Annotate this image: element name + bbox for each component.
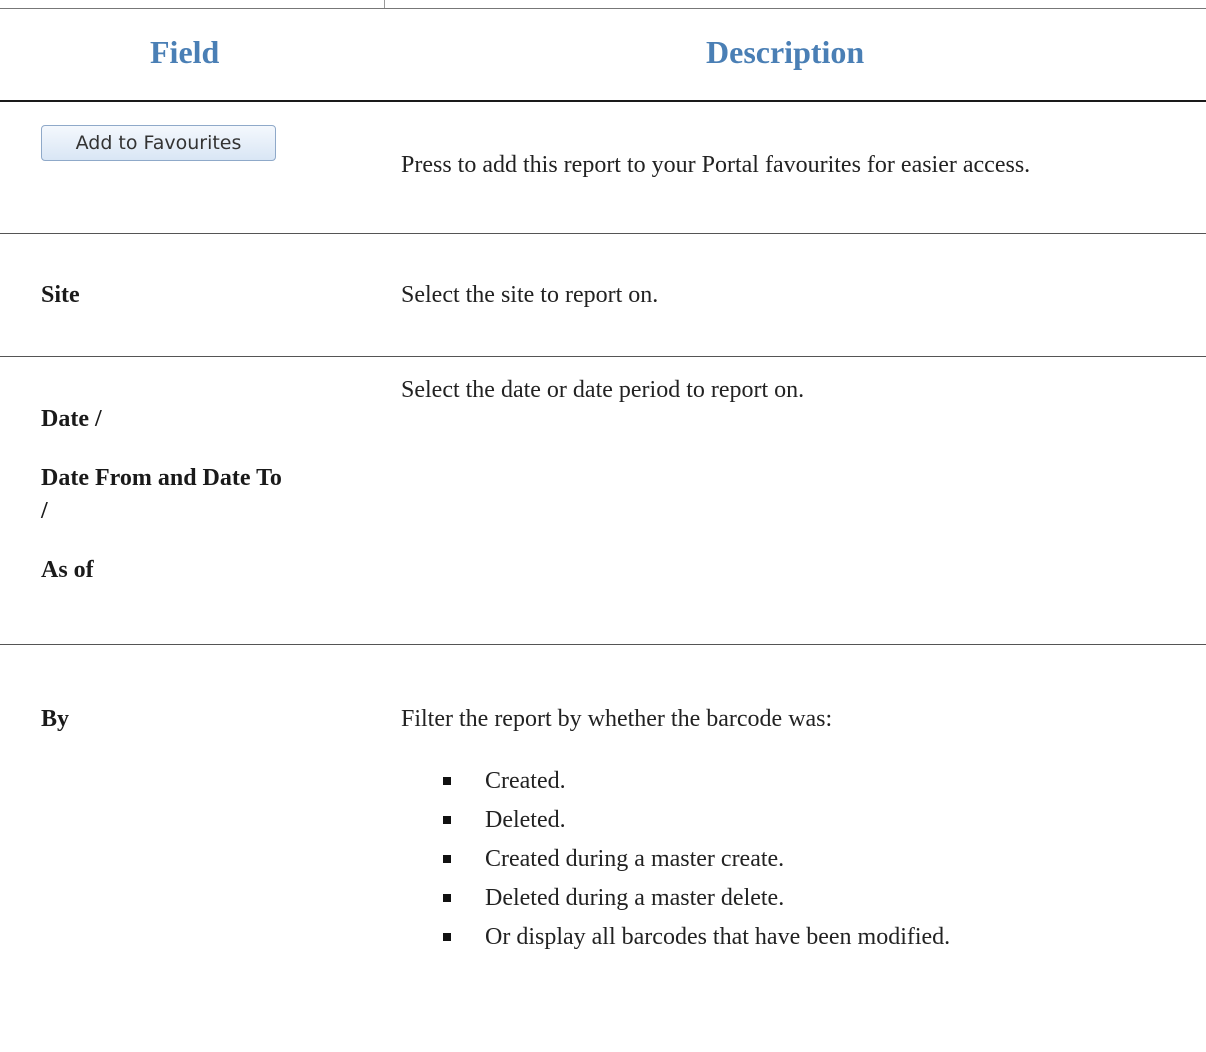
bullet-icon (443, 855, 451, 863)
site-field-label: Site (41, 282, 80, 308)
row-divider (0, 233, 1206, 234)
as-of-field-label: As of (41, 557, 94, 583)
site-description: Select the site to report on. (401, 282, 659, 308)
date-from-to-field-label: Date From and Date To (41, 465, 282, 491)
bullet-icon (443, 816, 451, 824)
table-top-border (0, 8, 1206, 9)
by-field-label: By (41, 706, 70, 732)
bullet-icon (443, 777, 451, 785)
date-description: Select the date or date period to report… (401, 377, 805, 403)
description-column-header: Description (706, 34, 865, 70)
row-divider (0, 644, 1206, 645)
option-all-modified: Or display all barcodes that have been m… (485, 924, 951, 950)
list-item: Created during a master create. (443, 844, 950, 883)
add-to-favourites-button[interactable]: Add to Favourites (41, 125, 276, 161)
option-deleted: Deleted. (485, 807, 566, 833)
column-divider-tick (384, 0, 385, 8)
header-divider (0, 100, 1206, 102)
bullet-icon (443, 894, 451, 902)
date-separator-label: / (41, 498, 48, 524)
list-item: Deleted. (443, 805, 950, 844)
option-deleted-master: Deleted during a master delete. (485, 885, 785, 911)
option-created-master: Created during a master create. (485, 846, 785, 872)
favourites-description: Press to add this report to your Portal … (401, 152, 1031, 178)
by-description: Filter the report by whether the barcode… (401, 706, 833, 732)
list-item: Or display all barcodes that have been m… (443, 922, 950, 961)
by-options-list: Created. Deleted. Created during a maste… (443, 766, 950, 961)
row-divider (0, 356, 1206, 357)
list-item: Deleted during a master delete. (443, 883, 950, 922)
bullet-icon (443, 933, 451, 941)
option-created: Created. (485, 768, 566, 794)
date-field-label: Date / (41, 406, 102, 432)
field-column-header: Field (150, 34, 220, 70)
list-item: Created. (443, 766, 950, 805)
